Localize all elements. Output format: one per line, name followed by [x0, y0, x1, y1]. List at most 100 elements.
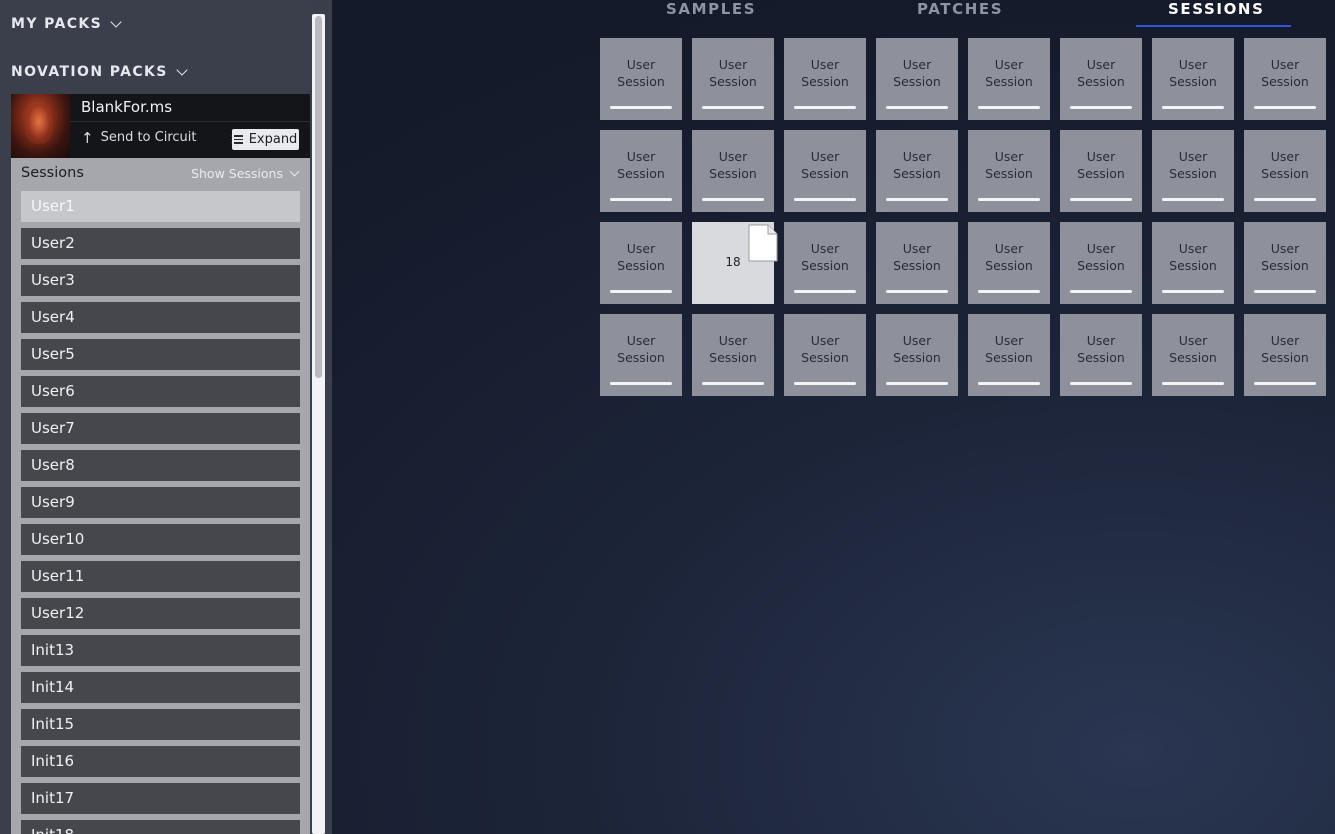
slot-label: User Session	[893, 57, 941, 89]
session-slot[interactable]: User Session	[968, 130, 1050, 212]
session-list-item[interactable]: User2	[21, 228, 300, 259]
slot-indicator-bar	[978, 290, 1040, 293]
session-slot[interactable]: User Session	[1244, 222, 1326, 304]
send-to-circuit-button[interactable]: ↑ Send to Circuit	[81, 130, 196, 145]
chevron-down-icon	[176, 64, 188, 76]
session-slot[interactable]: User Session	[968, 222, 1050, 304]
session-slot[interactable]: User Session	[784, 314, 866, 396]
slot-indicator-bar	[886, 106, 948, 109]
tab-patches[interactable]: PATCHES	[917, 0, 1003, 18]
slot-indicator-bar	[1254, 382, 1316, 385]
session-slot[interactable]: User Session	[1060, 130, 1142, 212]
my-packs-header[interactable]: MY PACKS	[11, 16, 122, 32]
session-list-item[interactable]: User10	[21, 524, 300, 555]
file-icon	[748, 224, 778, 262]
slot-label: User Session	[1077, 149, 1125, 181]
session-list-item[interactable]: Init18	[21, 820, 300, 834]
session-slot[interactable]: User Session	[784, 38, 866, 120]
slot-label: User Session	[1261, 333, 1309, 365]
show-sessions-label: Show Sessions	[191, 165, 283, 181]
session-slot[interactable]: User Session	[1152, 222, 1234, 304]
slot-indicator-bar	[702, 382, 764, 385]
session-list-item[interactable]: User3	[21, 265, 300, 296]
slot-indicator-bar	[794, 290, 856, 293]
session-slot[interactable]: User Session	[876, 314, 958, 396]
session-list-item[interactable]: User5	[21, 339, 300, 370]
session-list-item[interactable]: User6	[21, 376, 300, 407]
session-slot[interactable]: User Session	[692, 38, 774, 120]
session-slot[interactable]: User Session	[600, 314, 682, 396]
slot-indicator-bar	[1254, 290, 1316, 293]
session-slot[interactable]: User Session	[1244, 38, 1326, 120]
session-slot-drop-target[interactable]: 18	[692, 222, 778, 304]
session-slot[interactable]: User Session	[876, 38, 958, 120]
session-slot[interactable]: User Session	[968, 38, 1050, 120]
session-list-item[interactable]: Init13	[21, 635, 300, 666]
chevron-down-icon	[110, 16, 122, 28]
slot-indicator-bar	[1162, 198, 1224, 201]
scrollbar-thumb[interactable]	[315, 16, 322, 378]
session-slot[interactable]: User Session	[784, 222, 866, 304]
slot-label: User Session	[1261, 149, 1309, 181]
session-slot[interactable]: User Session	[692, 130, 774, 212]
session-list-item[interactable]: Init16	[21, 746, 300, 777]
slot-indicator-bar	[794, 382, 856, 385]
session-list-item[interactable]: Init14	[21, 672, 300, 703]
slot-label: User Session	[1261, 241, 1309, 273]
session-list-item[interactable]: Init17	[21, 783, 300, 814]
slot-label: User Session	[617, 241, 665, 273]
session-slot-grid: User Session User Session User Session User…	[600, 38, 1326, 396]
session-list-item[interactable]: User8	[21, 450, 300, 481]
session-list-item[interactable]: User12	[21, 598, 300, 629]
slot-label: User Session	[985, 57, 1033, 89]
slot-label: User Session	[1169, 57, 1217, 89]
session-slot[interactable]: User Session	[1152, 38, 1234, 120]
session-slot[interactable]: User Session	[600, 38, 682, 120]
session-slot[interactable]: User Session	[1060, 38, 1142, 120]
session-slot[interactable]: User Session	[1244, 314, 1326, 396]
tab-sessions[interactable]: SESSIONS	[1168, 0, 1264, 18]
session-slot[interactable]: User Session	[1152, 314, 1234, 396]
session-list-item[interactable]: User11	[21, 561, 300, 592]
slot-label: User Session	[709, 149, 757, 181]
session-slot[interactable]: User Session	[968, 314, 1050, 396]
slot-indicator-bar	[794, 198, 856, 201]
session-list-item[interactable]: Init15	[21, 709, 300, 740]
slot-label: User Session	[1077, 57, 1125, 89]
slot-indicator-bar	[702, 198, 764, 201]
session-slot[interactable]: User Session	[784, 130, 866, 212]
session-list-item[interactable]: User9	[21, 487, 300, 518]
send-to-circuit-label: Send to Circuit	[100, 130, 197, 145]
session-slot[interactable]: User Session	[600, 222, 682, 304]
chevron-down-icon	[289, 166, 300, 176]
session-slot[interactable]: User Session	[876, 130, 958, 212]
tab-samples[interactable]: SAMPLES	[666, 0, 756, 18]
session-slot[interactable]: User Session	[876, 222, 958, 304]
slot-indicator-bar	[1254, 198, 1316, 201]
session-list-item[interactable]: User4	[21, 302, 300, 333]
session-slot[interactable]: User Session	[1060, 222, 1142, 304]
sessions-header: Sessions Show Sessions	[21, 165, 300, 181]
session-list-item[interactable]: User1	[21, 191, 300, 222]
session-slot[interactable]: User Session	[600, 130, 682, 212]
slot-label: User Session	[801, 149, 849, 181]
session-slot[interactable]: User Session	[1244, 130, 1326, 212]
slot-label: User Session	[709, 333, 757, 365]
novation-packs-header[interactable]: NOVATION PACKS	[11, 64, 188, 80]
session-slot[interactable]: User Session	[692, 314, 774, 396]
slot-indicator-bar	[1254, 106, 1316, 109]
sidebar-scrollbar[interactable]	[312, 14, 325, 834]
slot-label: User Session	[1169, 241, 1217, 273]
slot-indicator-bar	[1070, 382, 1132, 385]
slot-label: User Session	[801, 241, 849, 273]
slot-indicator-bar	[1070, 198, 1132, 201]
session-slot[interactable]: User Session	[1152, 130, 1234, 212]
session-slot[interactable]: User Session	[1060, 314, 1142, 396]
pack-card: BlankFor.ms ↑ Send to Circuit Expand	[11, 94, 310, 158]
session-list-item[interactable]: User7	[21, 413, 300, 444]
slot-label: User Session	[1169, 149, 1217, 181]
show-sessions-dropdown[interactable]: Show Sessions	[191, 165, 300, 181]
slot-label: User Session	[617, 57, 665, 89]
slot-indicator-bar	[1070, 106, 1132, 109]
expand-button[interactable]: Expand	[230, 129, 299, 150]
